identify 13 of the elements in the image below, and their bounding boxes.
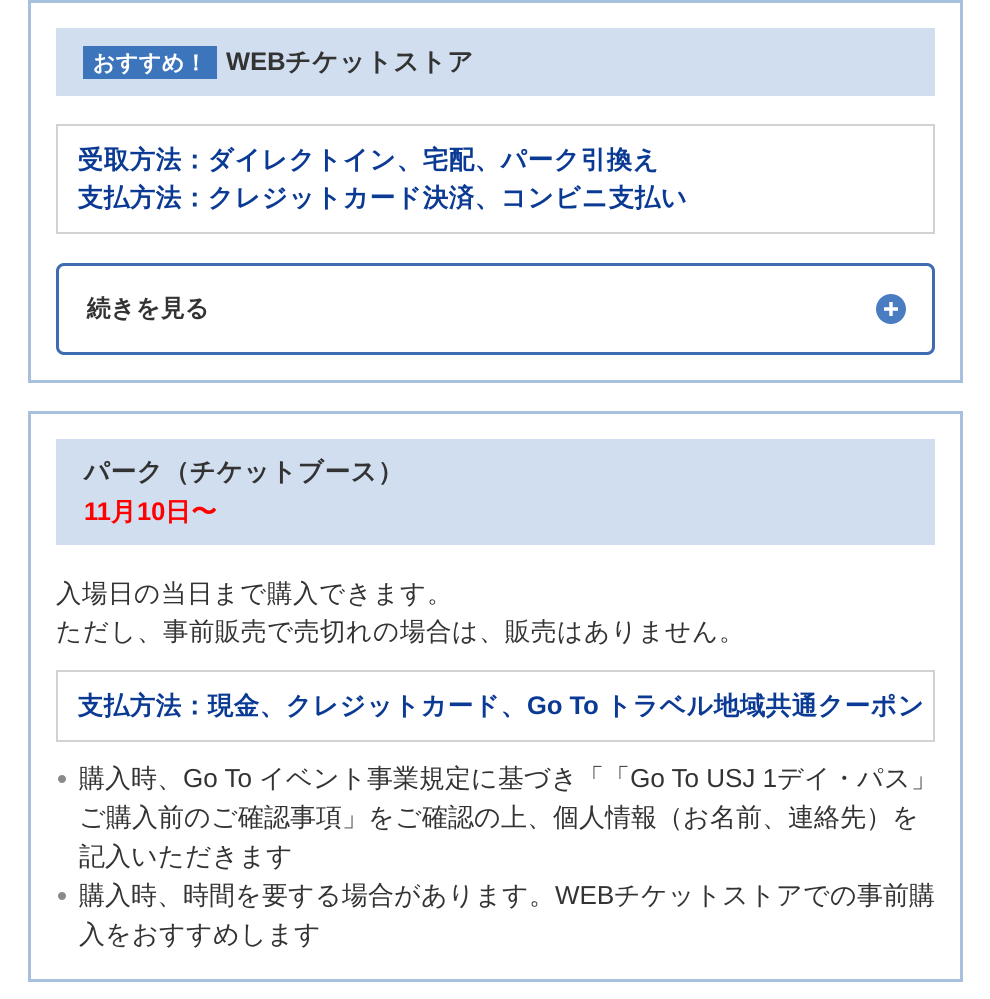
info-text: 支払方法：現金、クレジットカード、Go To トラベル地域共通クーポン [78,690,925,722]
section-title: WEBチケットストア [226,47,474,78]
info-text: 支払方法：クレジットカード決済、コンビニ支払い [78,182,688,214]
info-text: 受取方法：ダイレクトイン、宅配、パーク引換え [78,144,660,176]
bullet-icon [58,892,66,900]
recommended-badge: おすすめ！ [83,46,217,78]
note-text: 購入時、時間を要する場合があります。WEBチケットストアでの事前購入をおすすめします [79,879,936,951]
bullet-icon [58,774,66,782]
date-text: 11月10日〜 [84,497,218,528]
read-more-button[interactable]: 続きを見る [56,263,935,355]
description-text: 入場日の当日まで購入できます。 ただし、事前販売で売切れの場合は、販売はありません。 [56,579,745,648]
note-text: 購入時、Go To イベント事業規定に基づき「「Go To USJ 1デイ・パス」ご購入前のご確認事項」をご確認の上、個人情報（お名前、連絡先）を記入いただきます [79,762,938,873]
section-title: パーク（チケットブース） [84,457,404,488]
